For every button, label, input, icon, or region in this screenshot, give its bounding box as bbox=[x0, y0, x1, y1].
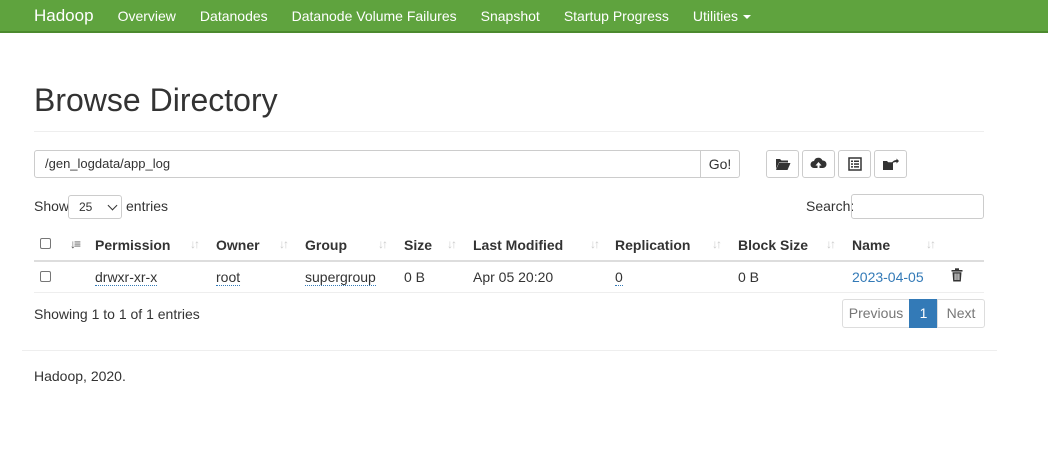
sort-icon[interactable]: ↓↑ bbox=[190, 237, 200, 251]
column-header-size[interactable]: Size bbox=[404, 237, 432, 253]
search-label: Search: bbox=[806, 198, 855, 214]
cell-block-size: 0 B bbox=[738, 269, 760, 285]
cell-replication[interactable]: 0 bbox=[615, 269, 623, 286]
column-header-name[interactable]: Name bbox=[852, 237, 890, 253]
nav-snapshot[interactable]: Snapshot bbox=[481, 8, 540, 24]
nav-utilities-label: Utilities bbox=[692, 7, 738, 24]
table-row-divider bbox=[34, 292, 984, 293]
list-icon bbox=[847, 157, 862, 171]
table-info: Showing 1 to 1 of 1 entries bbox=[34, 306, 200, 322]
select-all-checkbox[interactable] bbox=[40, 238, 51, 249]
title-divider bbox=[34, 131, 984, 132]
paste-button[interactable] bbox=[874, 150, 907, 178]
cell-permission[interactable]: drwxr-xr-x bbox=[95, 269, 158, 286]
search-input[interactable] bbox=[851, 194, 984, 219]
sort-icon[interactable]: ↓↑ bbox=[279, 237, 289, 251]
sort-icon[interactable]: ↓↑ bbox=[826, 237, 836, 251]
nav-overview[interactable]: Overview bbox=[118, 8, 176, 24]
sort-icon[interactable]: ↓↑ bbox=[712, 237, 722, 251]
column-header-last-modified[interactable]: Last Modified bbox=[473, 237, 563, 253]
trash-icon[interactable] bbox=[951, 268, 963, 282]
folder-open-icon bbox=[775, 159, 790, 170]
column-header-block-size[interactable]: Block Size bbox=[738, 237, 808, 253]
go-button[interactable]: Go! bbox=[700, 150, 740, 178]
cell-owner[interactable]: root bbox=[216, 269, 241, 286]
cell-name-link[interactable]: 2023-04-05 bbox=[852, 269, 924, 285]
cut-paste-button[interactable] bbox=[838, 150, 871, 178]
entries-label: entries bbox=[126, 198, 169, 214]
cell-group[interactable]: supergroup bbox=[305, 269, 376, 286]
previous-page-button[interactable]: Previous bbox=[842, 299, 910, 328]
brand-link[interactable]: Hadoop bbox=[34, 6, 94, 26]
nav-startup-progress[interactable]: Startup Progress bbox=[564, 8, 669, 24]
column-header-permission[interactable]: Permission bbox=[95, 237, 170, 253]
next-page-button[interactable]: Next bbox=[937, 299, 985, 328]
nav-datanode-volume-failures[interactable]: Datanode Volume Failures bbox=[292, 8, 457, 24]
column-header-group[interactable]: Group bbox=[305, 237, 347, 253]
upload-button[interactable] bbox=[802, 150, 835, 178]
caret-down-icon bbox=[743, 14, 751, 19]
chevron-down-icon bbox=[107, 200, 118, 211]
navbar: Hadoop Overview Datanodes Datanode Volum… bbox=[0, 0, 1048, 33]
entries-per-page-select[interactable]: 25 bbox=[68, 195, 122, 219]
row-checkbox[interactable] bbox=[40, 271, 51, 282]
sort-icon[interactable]: ↓↑ bbox=[447, 237, 457, 251]
sort-icon[interactable]: ↓↑ bbox=[926, 237, 936, 251]
sort-icon[interactable]: ↓↑ bbox=[590, 237, 600, 251]
footer-divider bbox=[22, 350, 997, 351]
column-header-replication[interactable]: Replication bbox=[615, 237, 690, 253]
page-title: Browse Directory bbox=[34, 82, 278, 118]
sort-asc-icon[interactable]: ↓≡ bbox=[70, 237, 81, 251]
sort-icon[interactable]: ↓↑ bbox=[378, 237, 388, 251]
nav-datanodes[interactable]: Datanodes bbox=[200, 8, 268, 24]
show-label: Show bbox=[34, 198, 70, 214]
page-1-button[interactable]: 1 bbox=[909, 299, 938, 328]
column-header-owner[interactable]: Owner bbox=[216, 237, 260, 253]
table-header-divider bbox=[34, 260, 984, 262]
entries-selected-value: 25 bbox=[79, 200, 93, 214]
cloud-upload-icon bbox=[810, 157, 827, 170]
footer-text: Hadoop, 2020. bbox=[34, 368, 126, 384]
folder-share-icon bbox=[883, 158, 899, 170]
cell-last-modified: Apr 05 20:20 bbox=[473, 269, 554, 285]
create-directory-button[interactable] bbox=[766, 150, 799, 178]
cell-size: 0 B bbox=[404, 269, 426, 285]
path-input[interactable]: /gen_logdata/app_log bbox=[34, 150, 701, 178]
nav-utilities-dropdown[interactable]: Utilities bbox=[693, 8, 751, 24]
